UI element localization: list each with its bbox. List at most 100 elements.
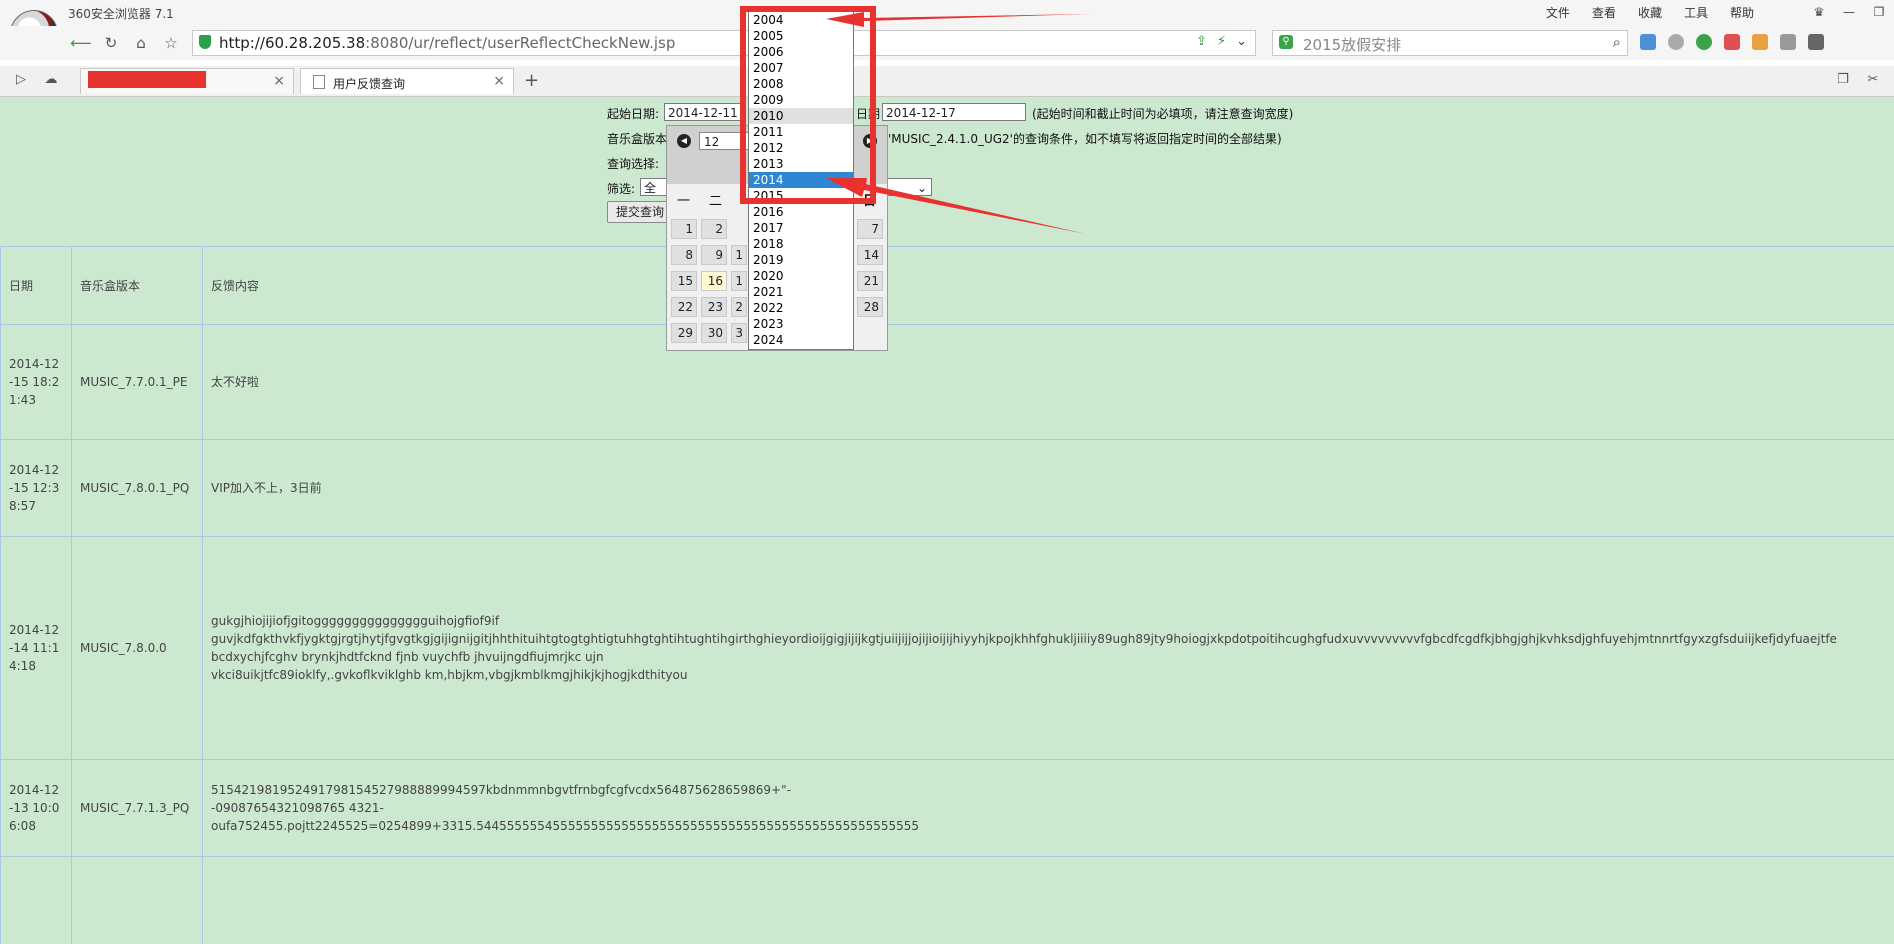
apps-icon[interactable] bbox=[1640, 34, 1656, 50]
day-cell[interactable]: 21 bbox=[857, 271, 883, 291]
address-url[interactable]: http://60.28.205.38:8080/ur/reflect/user… bbox=[219, 34, 675, 52]
version-note: 'MUSIC_2.4.1.0_UG2'的查询条件，如不填写将返回指定时间的全部结… bbox=[888, 132, 1282, 146]
day-cell[interactable]: 2 bbox=[731, 297, 747, 317]
day-cell[interactable]: 1 bbox=[731, 245, 747, 265]
minimize-icon[interactable]: — bbox=[1834, 0, 1864, 24]
day-cell[interactable]: 9 bbox=[701, 245, 727, 265]
query-select-label: 查询选择: bbox=[607, 157, 660, 171]
start-date-input[interactable]: 2014-12-11 bbox=[664, 103, 746, 121]
day-cell[interactable]: 14 bbox=[857, 245, 883, 265]
back-icon[interactable]: ⟵ bbox=[70, 32, 92, 54]
row-date: 2014-12-15 12:38:57 bbox=[0, 439, 72, 537]
row-date: 2014-12-14 11:14:18 bbox=[0, 536, 72, 760]
prev-month-icon[interactable]: ◀ bbox=[677, 134, 691, 148]
year-option[interactable]: 2024 bbox=[749, 332, 853, 348]
year-option[interactable]: 2017 bbox=[749, 220, 853, 236]
menu-file[interactable]: 文件 bbox=[1546, 4, 1570, 21]
year-option[interactable]: 2016 bbox=[749, 204, 853, 220]
chevron-down-icon[interactable]: ⌄ bbox=[1236, 34, 1247, 49]
day-cell[interactable]: 7 bbox=[857, 219, 883, 239]
day-cell[interactable]: 2 bbox=[701, 219, 727, 239]
day-cell[interactable]: 29 bbox=[671, 323, 697, 343]
row-version: MUSIC_7.7.1.3_PQ bbox=[71, 759, 203, 857]
row-version: MUSIC_7.7.0.1_PE bbox=[71, 324, 203, 440]
address-actions: ⇪ ⚡ ⌄ bbox=[1196, 34, 1247, 49]
screenshot-icon[interactable] bbox=[1780, 34, 1796, 50]
home-icon[interactable]: ⌂ bbox=[130, 32, 152, 54]
shield-icon bbox=[199, 35, 211, 49]
end-date-input[interactable]: 2014-12-17 bbox=[882, 103, 1026, 121]
day-cell[interactable]: 1 bbox=[671, 219, 697, 239]
address-bar[interactable]: http://60.28.205.38:8080/ur/reflect/user… bbox=[192, 30, 1256, 56]
day-cell[interactable]: 1 bbox=[731, 271, 747, 291]
table-row: 2014-12-13 10:06:08 MUSIC_7.7.1.3_PQ 515… bbox=[0, 759, 1894, 857]
day-cell[interactable]: 8 bbox=[671, 245, 697, 265]
extension-icon[interactable] bbox=[1752, 34, 1768, 50]
day-cell-today[interactable]: 16 bbox=[701, 271, 727, 291]
row-version: MUSIC_7.8.0.0 bbox=[71, 536, 203, 760]
table-row: 2014-12-15 18:21:43 MUSIC_7.7.0.1_PE 太不好… bbox=[0, 324, 1894, 440]
year-option[interactable]: 2020 bbox=[749, 268, 853, 284]
feedback-table: 日期 音乐盒版本 反馈内容 2014-12-15 18:21:43 MUSIC_… bbox=[0, 246, 1894, 944]
day-cell[interactable]: 3 bbox=[731, 323, 747, 343]
star-icon[interactable]: ☆ bbox=[160, 32, 182, 54]
search-icon[interactable]: ⌕ bbox=[1613, 33, 1621, 51]
share-icon[interactable]: ⇪ bbox=[1196, 34, 1207, 49]
table-header-row: 日期 音乐盒版本 反馈内容 bbox=[0, 246, 1894, 325]
user-icon[interactable] bbox=[1668, 34, 1684, 50]
year-option[interactable]: 2022 bbox=[749, 300, 853, 316]
scissors-icon[interactable]: ✂ bbox=[1862, 68, 1884, 90]
skin-icon[interactable]: ♛ bbox=[1804, 0, 1834, 24]
tab-user-feedback[interactable]: 用户反馈查询 × bbox=[300, 68, 514, 94]
start-date-label: 起始日期: bbox=[607, 107, 660, 121]
year-option[interactable]: 2021 bbox=[749, 284, 853, 300]
page-content: 起始日期: 2014-12-11 日期 2014-12-17 (起始时间和截止时… bbox=[0, 97, 1894, 944]
speed-icon[interactable]: ⚡ bbox=[1217, 34, 1226, 49]
maximize-icon[interactable]: ❐ bbox=[1864, 0, 1894, 24]
year-option[interactable]: 2018 bbox=[749, 236, 853, 252]
search-box[interactable]: ⚲ 2015放假安排 ⌕ bbox=[1272, 30, 1628, 56]
filter-label: 筛选: bbox=[607, 182, 636, 196]
weekday-label: 一 bbox=[677, 194, 691, 209]
menu-view[interactable]: 查看 bbox=[1592, 4, 1616, 21]
cloud-icon[interactable]: ☁ bbox=[40, 68, 62, 90]
submit-query-button[interactable]: 提交查询 bbox=[607, 201, 674, 223]
close-icon[interactable]: × bbox=[493, 73, 505, 89]
row-content: 太不好啦 bbox=[202, 324, 1894, 440]
year-option[interactable]: 2023 bbox=[749, 316, 853, 332]
adblock-icon[interactable] bbox=[1724, 34, 1740, 50]
redaction-mark bbox=[88, 71, 206, 88]
new-tab-button[interactable]: + bbox=[524, 70, 539, 91]
window-controls: ♛ — ❐ bbox=[1804, 0, 1894, 24]
more-icon[interactable] bbox=[1808, 34, 1824, 50]
menu-help[interactable]: 帮助 bbox=[1730, 4, 1754, 21]
refresh-icon[interactable]: ↻ bbox=[100, 32, 122, 54]
table-row: 2014-12-14 11:14:18 MUSIC_7.8.0.0 gukgjh… bbox=[0, 536, 1894, 760]
security-icon[interactable] bbox=[1696, 34, 1712, 50]
toolbar-icons bbox=[1640, 34, 1824, 50]
nav-bar: ⟵ ↻ ⌂ ☆ http://60.28.205.38:8080/ur/refl… bbox=[0, 26, 1894, 60]
sidebar-toggle-icon[interactable]: ▷ bbox=[10, 68, 32, 90]
year-option[interactable]: 2019 bbox=[749, 252, 853, 268]
search-engine-icon[interactable]: ⚲ bbox=[1279, 35, 1293, 49]
day-cell[interactable]: 23 bbox=[701, 297, 727, 317]
filter-select[interactable]: 全部 bbox=[640, 178, 668, 196]
row-content: gukgjhiojijiofjgitoggggggggggggggguihojg… bbox=[202, 536, 1894, 760]
search-input[interactable]: 2015放假安排 bbox=[1303, 34, 1401, 55]
close-icon[interactable]: × bbox=[273, 73, 285, 89]
window-list-icon[interactable]: ❐ bbox=[1832, 68, 1854, 90]
date-note: (起始时间和截止时间为必填项，请注意查询宽度) bbox=[1032, 107, 1294, 121]
menu-favorites[interactable]: 收藏 bbox=[1638, 4, 1662, 21]
row-version bbox=[71, 856, 203, 944]
header-content: 反馈内容 bbox=[202, 246, 1894, 325]
day-cell[interactable]: 22 bbox=[671, 297, 697, 317]
day-cell[interactable]: 15 bbox=[671, 271, 697, 291]
version-label: 音乐盒版本 bbox=[607, 132, 668, 146]
filter-select-2[interactable]: ⌄ bbox=[884, 178, 932, 196]
menu-tools[interactable]: 工具 bbox=[1684, 4, 1708, 21]
document-icon bbox=[313, 75, 325, 89]
weekday-label: 二 bbox=[709, 194, 723, 209]
day-cell[interactable]: 30 bbox=[701, 323, 727, 343]
day-cell[interactable]: 28 bbox=[857, 297, 883, 317]
app-title: 360安全浏览器 7.1 bbox=[68, 7, 174, 21]
